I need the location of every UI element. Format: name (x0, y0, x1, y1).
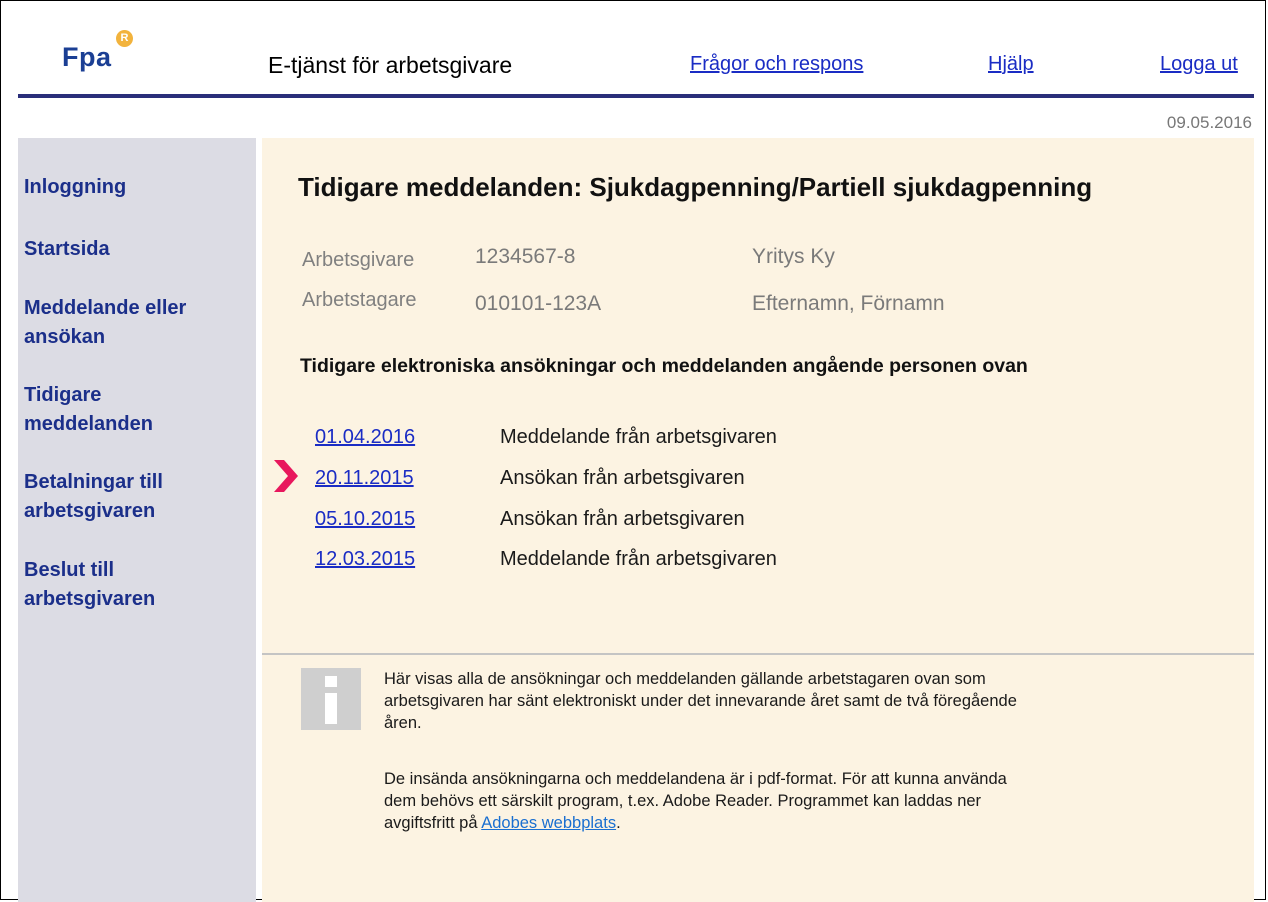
info-text-suffix: . (616, 814, 621, 832)
help-link[interactable]: Hjälp (988, 53, 1034, 76)
message-date-link[interactable]: 05.10.2015 (315, 508, 415, 531)
section-divider (262, 653, 1254, 655)
page-title: Tidigare meddelanden: Sjukdagpenning/Par… (298, 172, 1093, 202)
employer-label: Arbetsgivare (302, 249, 415, 271)
sidebar-item-label: meddelanden (24, 413, 153, 435)
message-date-link[interactable]: 12.03.2015 (315, 548, 415, 571)
header: Fpa R E-tjänst för arbetsgivare Frågor o… (18, 8, 1254, 94)
info-line: åren. (384, 714, 422, 732)
sidebar-item-startsida[interactable]: Startsida (24, 235, 110, 264)
employee-name: Efternamn, Förnamn (752, 292, 945, 315)
message-type: Meddelande från arbetsgivaren (500, 548, 777, 570)
sidebar-item-label: arbetsgivaren (24, 500, 156, 522)
info-line: arbetsgivaren har sänt elektroniskt unde… (384, 692, 1017, 710)
sidebar-item-tidigare-meddelanden[interactable]: Tidigare meddelanden (24, 381, 153, 439)
sidebar-item-meddelande-eller-ansokan[interactable]: Meddelande eller ansökan (24, 294, 186, 352)
sidebar-item-betalningar[interactable]: Betalningar till arbetsgivaren (24, 468, 163, 526)
sidebar: Inloggning Startsida Meddelande eller an… (18, 138, 256, 902)
current-item-marker-icon (274, 460, 298, 492)
info-line: De insända ansökningarna och meddelanden… (384, 770, 1007, 788)
adobe-website-link[interactable]: Adobes webbplats (481, 814, 616, 832)
sidebar-item-beslut[interactable]: Beslut till arbetsgivaren (24, 556, 155, 614)
message-date-link[interactable]: 01.04.2016 (315, 426, 415, 449)
info-paragraph-pdf: De insända ansökningarna och meddelanden… (384, 768, 1144, 834)
sidebar-item-label: Beslut till (24, 559, 115, 581)
section-title: Tidigare elektroniska ansökningar och me… (300, 355, 1028, 377)
feedback-link[interactable]: Frågor och respons (690, 53, 863, 76)
info-paragraph: Här visas alla de ansökningar och meddel… (384, 668, 1144, 734)
message-type: Ansökan från arbetsgivaren (500, 508, 745, 530)
logout-link[interactable]: Logga ut (1160, 53, 1238, 76)
employee-id: 010101-123A (475, 292, 602, 315)
registered-mark-icon: R (116, 30, 133, 47)
employer-name: Yritys Ky (752, 245, 835, 268)
app-title: E-tjänst för arbetsgivare (268, 52, 513, 78)
current-date: 09.05.2016 (1166, 113, 1252, 132)
info-icon (301, 668, 361, 730)
main-content: Tidigare meddelanden: Sjukdagpenning/Par… (262, 138, 1254, 902)
sidebar-item-label: Inloggning (24, 176, 127, 198)
message-date-link[interactable]: 20.11.2015 (315, 467, 414, 490)
sidebar-item-label: arbetsgivaren (24, 588, 156, 610)
sidebar-item-label: Tidigare (24, 384, 102, 406)
employer-id: 1234567-8 (475, 245, 576, 268)
sidebar-item-label: Meddelande eller (24, 297, 187, 319)
fpa-logo[interactable]: Fpa (62, 42, 112, 73)
info-text-prefix: avgiftsfritt på (384, 814, 482, 832)
info-line: dem behövs ett särskilt program, t.ex. A… (384, 792, 982, 810)
info-line: Här visas alla de ansökningar och meddel… (384, 670, 986, 688)
info-line: avgiftsfritt på Adobes webbplats. (384, 812, 1144, 834)
employee-label: Arbetstagare (302, 289, 417, 311)
message-type: Ansökan från arbetsgivaren (500, 467, 745, 489)
sidebar-item-label: Betalningar till (24, 471, 163, 493)
sidebar-item-label: ansökan (24, 326, 106, 348)
date-bar: 09.05.2016 (18, 98, 1254, 138)
message-type: Meddelande från arbetsgivaren (500, 426, 777, 448)
sidebar-item-label: Startsida (24, 238, 110, 260)
sidebar-item-inloggning[interactable]: Inloggning (24, 173, 126, 202)
